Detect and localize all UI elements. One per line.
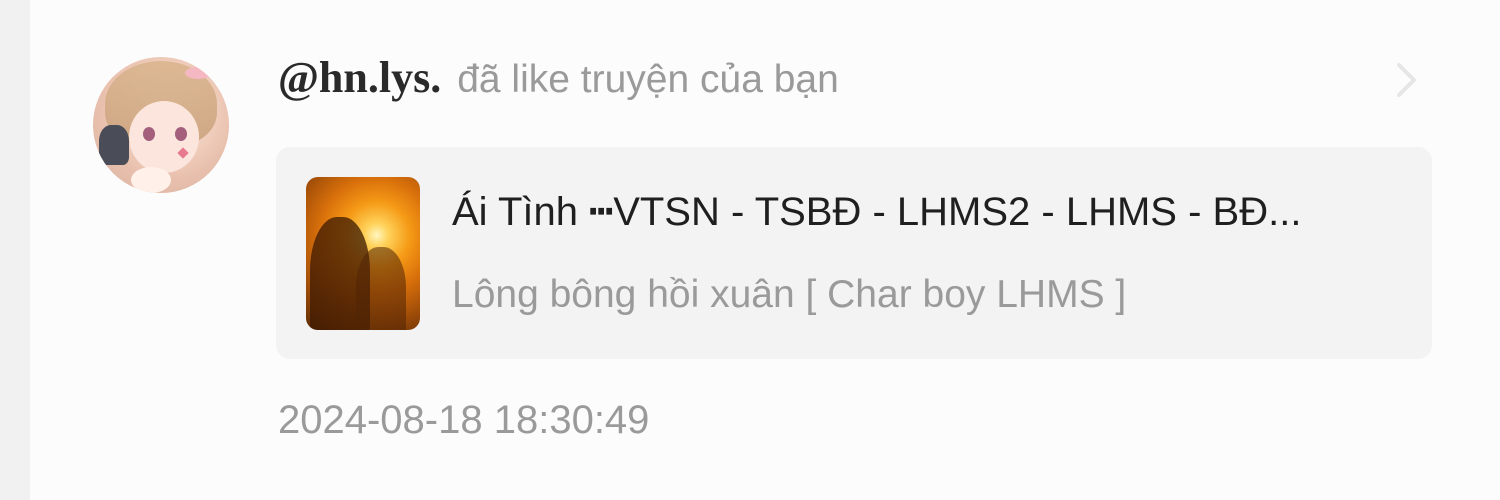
story-card[interactable]: Ái Tình ┅VTSN - TSBĐ - LHMS2 - LHMS - BĐ…	[276, 147, 1432, 359]
notification-item[interactable]: @hn.lys. đã like truyện của bạn Ái Tình …	[30, 0, 1500, 500]
story-subtitle: Lông bông hồi xuân [ Char boy LHMS ]	[452, 273, 1127, 316]
story-cover-image	[306, 177, 420, 330]
avatar-bow	[185, 67, 211, 79]
avatar-hand	[131, 167, 171, 193]
avatar-figure	[99, 125, 129, 165]
avatar-face	[129, 101, 199, 173]
avatar-eye	[143, 127, 155, 141]
notification-timestamp: 2024-08-18 18:30:49	[278, 398, 650, 442]
cover-silhouette	[356, 247, 406, 330]
avatar[interactable]	[93, 57, 229, 193]
story-title: Ái Tình ┅VTSN - TSBĐ - LHMS2 - LHMS - BĐ…	[452, 190, 1302, 234]
chevron-right-icon[interactable]	[1386, 60, 1426, 100]
notification-header: @hn.lys. đã like truyện của bạn	[278, 52, 839, 114]
avatar-eye	[175, 127, 187, 141]
notification-action-text: đã like truyện của bạn	[457, 58, 839, 101]
username-link[interactable]: @hn.lys.	[278, 52, 441, 103]
